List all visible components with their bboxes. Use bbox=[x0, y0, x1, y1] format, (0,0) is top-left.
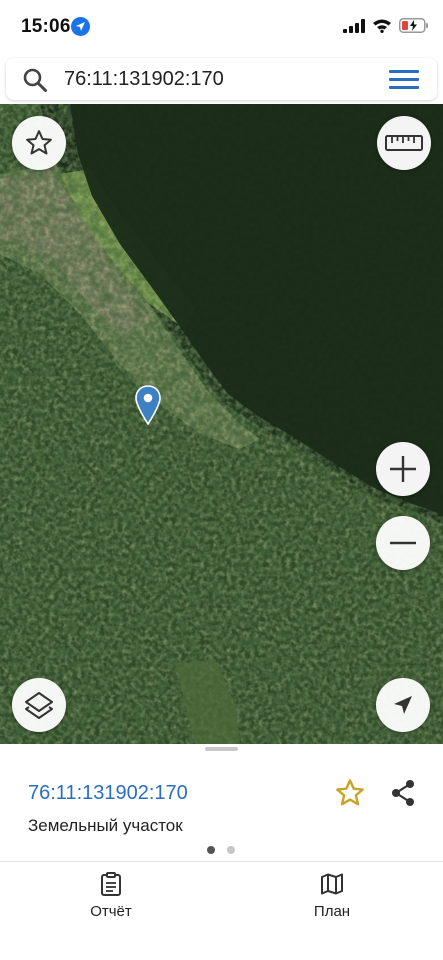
page-dot[interactable] bbox=[227, 846, 235, 854]
ruler-button[interactable] bbox=[377, 116, 431, 170]
navigation-arrow-icon bbox=[394, 696, 412, 714]
clipboard-icon bbox=[101, 872, 121, 896]
layers-button[interactable] bbox=[12, 678, 66, 732]
tab-plan-label: План bbox=[313, 903, 351, 920]
layers-icon bbox=[25, 692, 53, 719]
ruler-icon bbox=[385, 135, 423, 151]
share-icon[interactable] bbox=[389, 778, 417, 808]
tab-report[interactable]: Отчёт bbox=[51, 872, 171, 920]
cellular-signal-icon bbox=[343, 18, 365, 33]
search-icon[interactable] bbox=[22, 67, 48, 93]
status-bar: 15:06 bbox=[0, 0, 443, 54]
tab-report-label: Отчёт bbox=[90, 903, 132, 920]
minus-icon bbox=[390, 541, 416, 545]
battery-low-icon bbox=[399, 18, 428, 33]
search-input[interactable] bbox=[64, 64, 364, 94]
search-bar bbox=[0, 54, 443, 104]
map-fold-icon bbox=[321, 873, 343, 895]
status-time: 15:06 bbox=[21, 16, 71, 37]
favorite-star-icon[interactable] bbox=[334, 777, 366, 809]
locate-me-button[interactable] bbox=[376, 678, 430, 732]
object-type-label: Земельный участок bbox=[28, 816, 183, 835]
plus-icon bbox=[390, 456, 416, 482]
sheet-drag-handle[interactable] bbox=[205, 747, 238, 751]
satellite-imagery bbox=[0, 104, 443, 744]
wifi-icon bbox=[373, 19, 391, 33]
search-box[interactable] bbox=[6, 58, 437, 100]
zoom-in-button[interactable] bbox=[376, 442, 430, 496]
favorite-map-button[interactable] bbox=[12, 116, 66, 170]
tab-plan[interactable]: План bbox=[272, 872, 392, 920]
object-info-sheet: 76:11:131902:170 Земельный участок Отчёт bbox=[0, 744, 443, 960]
star-icon bbox=[26, 130, 52, 155]
status-icons bbox=[343, 18, 429, 33]
page-dot[interactable] bbox=[207, 846, 215, 854]
cadastral-number[interactable]: 76:11:131902:170 bbox=[28, 782, 188, 805]
map-pin-icon[interactable] bbox=[134, 385, 162, 425]
page-indicator bbox=[207, 846, 235, 854]
divider bbox=[0, 861, 443, 862]
satellite-map[interactable] bbox=[0, 104, 443, 744]
hamburger-menu-icon[interactable] bbox=[389, 70, 419, 90]
zoom-out-button[interactable] bbox=[376, 516, 430, 570]
location-arrow-icon bbox=[71, 17, 90, 36]
